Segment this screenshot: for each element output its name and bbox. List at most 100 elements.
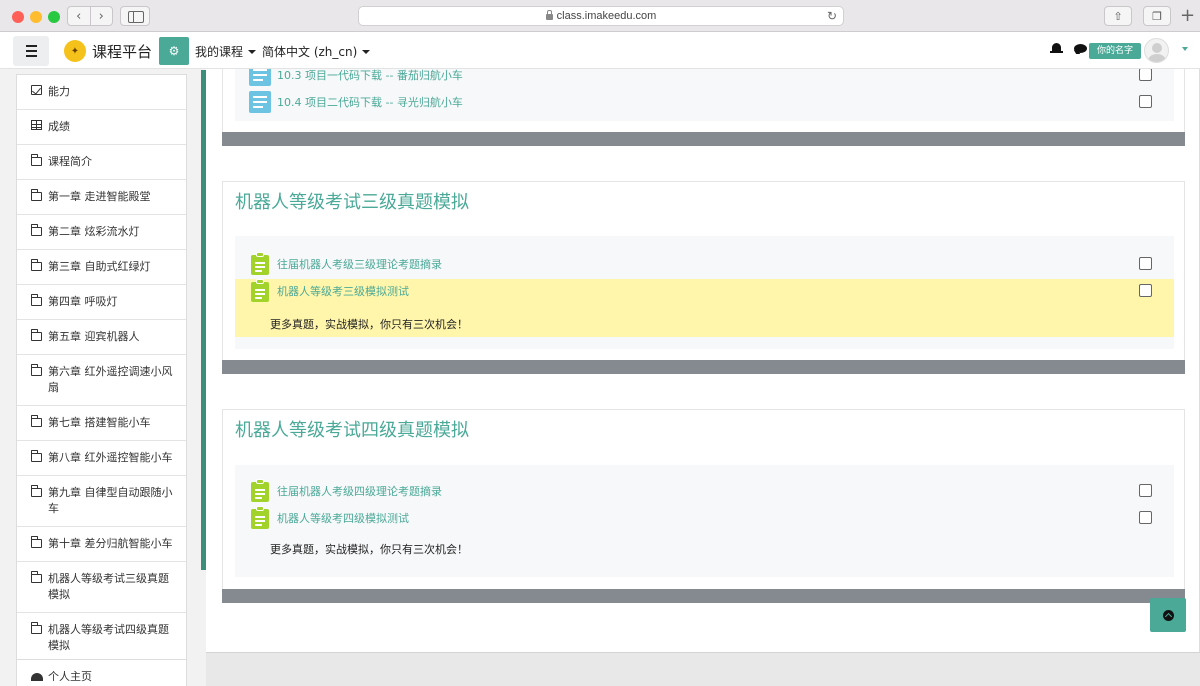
history-nav: ‹ › <box>67 6 113 26</box>
site-navbar: ✦ 课程平台 ⚙ 我的课程 简体中文 (zh_cn) 你的名字 <box>0 32 1200 69</box>
url-text: class.imakeedu.com <box>556 10 657 22</box>
site-brand[interactable]: 课程平台 <box>92 41 152 62</box>
tabs-overview-icon[interactable]: ❐ <box>1143 6 1171 26</box>
drawer-item-chapter-2[interactable]: 第二章 炫彩流水灯 <box>17 215 186 250</box>
drawer-item-label: 个人主页 <box>48 670 92 683</box>
scroll-to-top-button[interactable] <box>1150 598 1186 632</box>
activity-list: 10.3 项目一代码下载 -- 番茄归航小车 10.4 项目二代码下载 -- 寻… <box>235 69 1174 121</box>
drawer-item-label: 能力 <box>48 85 70 98</box>
browser-toolbar: ‹ › class.imakeedu.com ↻ ⇧ ❐ + <box>0 0 1200 32</box>
drawer-item-label: 第十章 差分归航智能小车 <box>48 537 173 550</box>
cog-icon[interactable]: ⚙ <box>159 37 189 65</box>
drawer-item-label: 课程简介 <box>48 155 92 168</box>
drawer-item-label: 第七章 搭建智能小车 <box>48 416 151 429</box>
drawer-toggle-button[interactable] <box>13 36 49 66</box>
site-nav-list: 个人主页 <box>16 659 187 686</box>
my-courses-menu[interactable]: 我的课程 <box>195 43 257 60</box>
quiz-icon <box>249 479 271 503</box>
activity-link[interactable]: 机器人等级考四级模拟测试 <box>277 510 409 526</box>
drawer-item-label: 第五章 迎宾机器人 <box>48 330 140 343</box>
folder-icon <box>31 622 42 634</box>
drawer-item-grades[interactable]: 成绩 <box>17 110 186 145</box>
drawer-item-chapter-4[interactable]: 第四章 呼吸灯 <box>17 285 186 320</box>
avatar[interactable] <box>1144 38 1169 63</box>
activity-link[interactable]: 10.3 项目一代码下载 -- 番茄归航小车 <box>277 69 463 83</box>
caret-down-icon[interactable] <box>1182 47 1188 51</box>
section-title[interactable]: 机器人等级考试四级真题模拟 <box>235 416 469 442</box>
back-icon[interactable]: ‹ <box>68 7 90 25</box>
activity-list: 往届机器人考级三级理论考题摘录 机器人等级考三级模拟测试 更多真题，实战模拟，你… <box>235 236 1174 349</box>
drawer-item-level3[interactable]: 机器人等级考试三级真题模拟 <box>17 562 186 613</box>
reload-icon[interactable]: ↻ <box>827 9 837 23</box>
user-name-badge[interactable]: 你的名字 <box>1089 43 1142 59</box>
share-icon[interactable]: ⇧ <box>1104 6 1132 26</box>
activity-link[interactable]: 10.4 项目二代码下载 -- 寻光归航小车 <box>277 94 463 110</box>
drawer-item-label: 第一章 走进智能殿堂 <box>48 190 151 203</box>
drawer-item-label: 机器人等级考试四级真题模拟 <box>48 623 169 652</box>
folder-icon <box>31 450 42 462</box>
folder-icon <box>31 189 42 201</box>
drawer-item-chapter-10[interactable]: 第十章 差分归航智能小车 <box>17 527 186 562</box>
section-footer-bar <box>222 589 1185 603</box>
activity-link[interactable]: 往届机器人考级三级理论考题摘录 <box>277 256 442 272</box>
activity-page[interactable]: 10.3 项目一代码下载 -- 番茄归航小车 <box>249 69 463 87</box>
bell-icon[interactable] <box>1050 42 1063 56</box>
chat-icon[interactable] <box>1074 44 1087 53</box>
drawer-item-intro[interactable]: 课程简介 <box>17 145 186 180</box>
quiz-icon <box>249 279 271 303</box>
completion-checkbox[interactable] <box>1139 95 1152 108</box>
drawer-item-label: 成绩 <box>48 120 70 133</box>
folder-icon <box>31 364 42 376</box>
check-square-icon <box>31 85 42 95</box>
folder-icon <box>31 294 42 306</box>
drawer-item-chapter-3[interactable]: 第三章 自助式红绿灯 <box>17 250 186 285</box>
activity-quiz[interactable]: 往届机器人考级三级理论考题摘录 <box>249 252 442 276</box>
completion-checkbox[interactable] <box>1139 69 1152 81</box>
section-footer-bar <box>222 360 1185 374</box>
activity-link[interactable]: 机器人等级考三级模拟测试 <box>277 283 409 299</box>
page-footer <box>206 652 1200 686</box>
completion-checkbox[interactable] <box>1139 257 1152 270</box>
maximize-window-button[interactable] <box>48 11 60 23</box>
drawer-item-level4[interactable]: 机器人等级考试四级真题模拟 <box>17 613 186 663</box>
forward-icon[interactable]: › <box>89 7 113 25</box>
section-title[interactable]: 机器人等级考试三级真题模拟 <box>235 188 469 214</box>
drawer-item-competencies[interactable]: 能力 <box>17 75 186 110</box>
quiz-icon <box>249 506 271 530</box>
table-icon <box>31 120 42 130</box>
drawer-item-label: 第九章 自律型自动跟随小车 <box>48 486 173 515</box>
caret-down-icon <box>248 50 257 54</box>
sidebar-toggle-icon[interactable] <box>120 6 150 26</box>
drawer-item-chapter-9[interactable]: 第九章 自律型自动跟随小车 <box>17 476 186 527</box>
drawer-item-chapter-1[interactable]: 第一章 走进智能殿堂 <box>17 180 186 215</box>
my-courses-label: 我的课程 <box>195 45 244 59</box>
drawer-item-label: 第四章 呼吸灯 <box>48 295 118 308</box>
activity-quiz[interactable]: 机器人等级考四级模拟测试 <box>249 506 409 530</box>
address-bar[interactable]: class.imakeedu.com ↻ <box>358 6 844 26</box>
drawer-item-chapter-8[interactable]: 第八章 红外遥控智能小车 <box>17 441 186 476</box>
minimize-window-button[interactable] <box>30 11 42 23</box>
completion-checkbox[interactable] <box>1139 484 1152 497</box>
course-content: 10.3 项目一代码下载 -- 番茄归航小车 10.4 项目二代码下载 -- 寻… <box>206 69 1200 652</box>
site-logo-icon[interactable]: ✦ <box>64 40 86 62</box>
completion-checkbox[interactable] <box>1139 284 1152 297</box>
drawer-item-label: 第三章 自助式红绿灯 <box>48 260 151 273</box>
page-icon <box>249 91 271 113</box>
new-tab-icon[interactable]: + <box>1180 7 1195 25</box>
drawer-item-chapter-5[interactable]: 第五章 迎宾机器人 <box>17 320 186 355</box>
drawer-item-chapter-6[interactable]: 第六章 红外遥控调速小风扇 <box>17 355 186 406</box>
language-menu[interactable]: 简体中文 (zh_cn) <box>262 43 371 60</box>
drawer-item-chapter-7[interactable]: 第七章 搭建智能小车 <box>17 406 186 441</box>
activity-quiz[interactable]: 往届机器人考级四级理论考题摘录 <box>249 479 442 503</box>
close-window-button[interactable] <box>12 11 24 23</box>
drawer-item-dashboard[interactable]: 个人主页 <box>17 660 186 686</box>
completion-checkbox[interactable] <box>1139 511 1152 524</box>
activity-link[interactable]: 往届机器人考级四级理论考题摘录 <box>277 483 442 499</box>
folder-icon <box>31 536 42 548</box>
arrow-up-icon <box>1162 609 1174 621</box>
drawer-item-label: 第八章 红外遥控智能小车 <box>48 451 173 464</box>
folder-icon <box>31 329 42 341</box>
activity-quiz[interactable]: 机器人等级考三级模拟测试 <box>249 279 409 303</box>
drawer-item-label: 第六章 红外遥控调速小风扇 <box>48 365 173 394</box>
activity-page[interactable]: 10.4 项目二代码下载 -- 寻光归航小车 <box>249 90 463 114</box>
